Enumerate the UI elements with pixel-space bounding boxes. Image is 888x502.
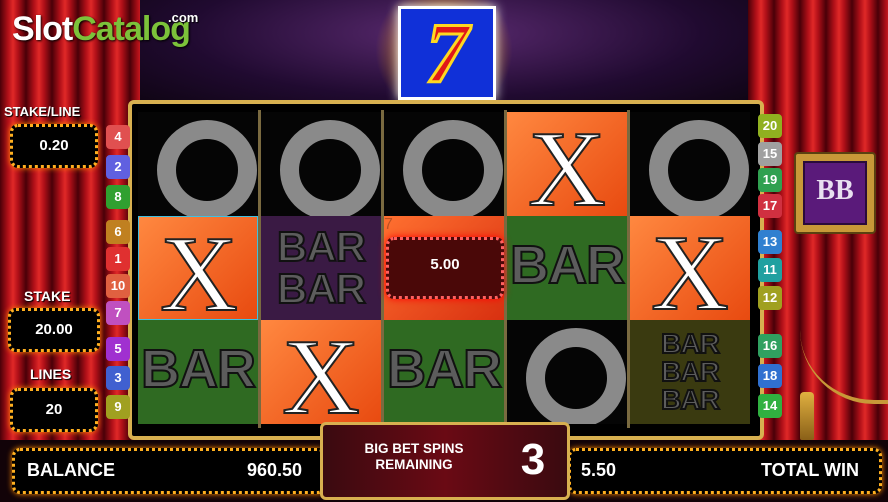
reel4-row1-symbol: X [507,112,627,216]
reel2-row1-symbol [261,112,381,216]
balance-label: BALANCE [27,460,115,480]
o-ring [403,120,503,216]
payline-badge[interactable]: 2 [106,155,130,179]
o-ring [157,120,257,216]
lines-label: LINES [30,366,72,382]
big-bet-icon: BB [803,161,867,225]
big-bet-spins-count: 3 [520,435,546,484]
total-win-panel: 5.50 TOTAL WIN [568,448,882,494]
payline-badge[interactable]: 3 [106,366,130,390]
balance-value: 960.50 [247,460,303,480]
payline-badge[interactable]: 14 [758,394,782,418]
payline-badge[interactable]: 6 [106,220,130,244]
total-win-value: 5.50 [581,460,617,480]
payline-badge[interactable]: 5 [106,337,130,361]
payline-badge[interactable]: 17 [758,194,782,218]
payline-badge[interactable]: 8 [106,185,130,209]
payline-badge[interactable]: 15 [758,142,782,166]
reel3-row3-symbol: BAR [384,320,504,424]
payline-badge[interactable]: 13 [758,230,782,254]
payline-badge[interactable]: 20 [758,114,782,138]
big-bet-button[interactable]: BB [794,152,876,234]
reel1-row1-symbol [138,112,258,216]
reel5-row3-symbol: BAR BAR BAR [630,320,750,424]
site-logo-suffix: .com [168,10,199,25]
payline-badge[interactable]: 16 [758,334,782,358]
seven-glyph: 7 [424,4,470,103]
o-ring [526,328,626,424]
line-win-value: 5.00 [430,256,460,273]
payline-badge[interactable]: 10 [106,274,130,298]
total-win-label: TOTAL WIN [761,460,859,480]
reel5-row2-symbol: X [630,216,750,320]
big-bet-spins-panel: BIG BET SPINS REMAINING 3 [320,422,570,500]
stake-line-label: STAKE/LINE [4,104,81,119]
line-win-box: 5.00 [386,237,504,299]
payline-badge[interactable]: 11 [758,258,782,282]
stake-value[interactable]: 20.00 [8,308,100,352]
payline-badge[interactable]: 12 [758,286,782,310]
payline-badge[interactable]: 7 [106,301,130,325]
payline-badge[interactable]: 19 [758,168,782,192]
big-bet-glyph: BB [816,175,854,206]
payline-badge[interactable]: 9 [106,395,130,419]
reel4-row2-symbol: BAR [507,216,627,320]
reel5-row1-symbol [630,112,750,216]
lines-value[interactable]: 20 [10,388,98,432]
o-ring [280,120,380,216]
top-seven-symbol: 7 [398,4,496,103]
curtain-tassel [800,392,814,440]
reel1-row2-symbol: X [138,216,258,320]
payline-badge[interactable]: 18 [758,364,782,388]
payline-badge[interactable]: 1 [106,247,130,271]
reel4-row3-symbol [507,320,627,424]
site-logo: SlotCatalog [12,10,191,48]
reel3-row1-symbol [384,112,504,216]
big-bet-spins-label: BIG BET SPINS REMAINING [364,441,464,472]
reel1-row3-symbol: BAR [138,320,258,424]
balance-panel: BALANCE 960.50 [12,448,326,494]
reel2-row3-symbol: X [261,320,381,424]
stake-label: STAKE [24,288,71,304]
stake-line-value[interactable]: 0.20 [10,124,98,168]
reel2-row2-symbol: BAR BAR [261,216,381,320]
o-ring [649,120,749,216]
payline-badge[interactable]: 4 [106,125,130,149]
